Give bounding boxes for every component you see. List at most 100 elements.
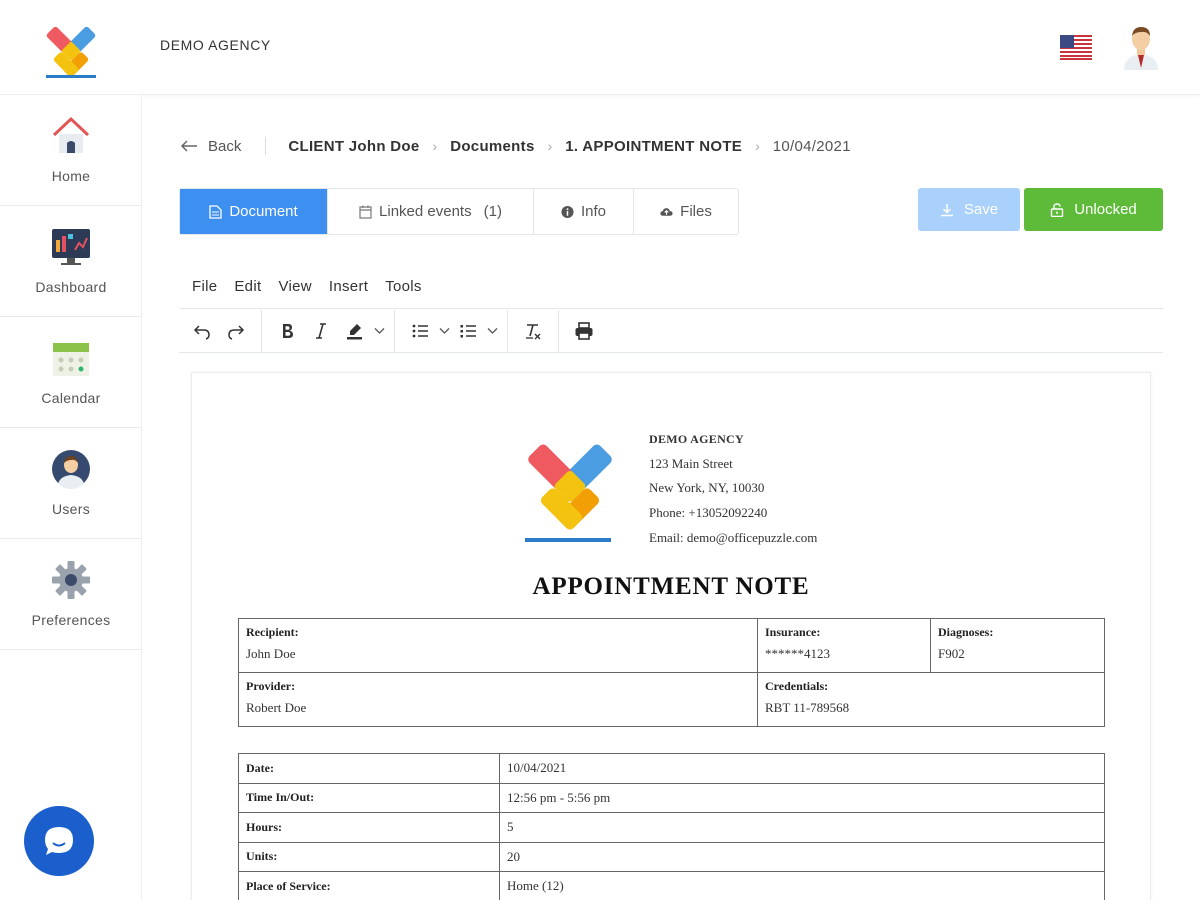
row-label: Units: bbox=[238, 841, 500, 872]
insurance-label: Insurance: bbox=[765, 625, 821, 639]
tab-document[interactable]: Document bbox=[180, 189, 328, 234]
chevron-right-icon: › bbox=[547, 138, 553, 154]
chat-button[interactable] bbox=[24, 806, 94, 876]
italic-button[interactable] bbox=[304, 316, 338, 346]
table-row: Units: 20 bbox=[238, 841, 1105, 872]
doc-title: APPOINTMENT NOTE bbox=[532, 573, 810, 600]
tab-info[interactable]: Info bbox=[534, 189, 634, 234]
redo-button[interactable] bbox=[219, 316, 253, 346]
print-button[interactable] bbox=[567, 316, 601, 346]
printer-icon bbox=[575, 322, 593, 340]
row-label: Time In/Out: bbox=[238, 782, 500, 813]
us-flag-icon[interactable] bbox=[1060, 35, 1092, 60]
menu-tools[interactable]: Tools bbox=[385, 278, 422, 295]
save-label: Save bbox=[963, 201, 999, 218]
numbered-list-dropdown[interactable] bbox=[485, 316, 499, 346]
menu-view[interactable]: View bbox=[278, 278, 311, 295]
row-value: 20 bbox=[499, 841, 1105, 872]
credentials-cell: Credentials: RBT 11-789568 bbox=[757, 672, 1105, 727]
doc-address-line2: New York, NY, 10030 bbox=[649, 480, 765, 496]
doc-address-line1: 123 Main Street bbox=[649, 455, 733, 471]
numbered-list-button[interactable] bbox=[451, 316, 485, 346]
chevron-down-icon bbox=[439, 328, 449, 334]
breadcrumb: Back CLIENT John Doe › Documents › 1. AP… bbox=[180, 136, 851, 156]
tab-document-label: Document bbox=[229, 203, 298, 220]
sidebar-item-home[interactable]: Home bbox=[0, 95, 142, 206]
menu-file[interactable]: File bbox=[192, 278, 217, 295]
clear-format-button[interactable] bbox=[516, 316, 550, 346]
menu-edit[interactable]: Edit bbox=[234, 278, 261, 295]
highlight-dropdown[interactable] bbox=[372, 316, 386, 346]
insurance-value: ******4123 bbox=[765, 646, 830, 661]
editor-toolbar bbox=[179, 309, 1163, 353]
sidebar-item-preferences[interactable]: Preferences bbox=[0, 539, 142, 650]
back-link[interactable]: Back bbox=[180, 138, 241, 155]
sidebar-item-dashboard[interactable]: Dashboard bbox=[0, 206, 142, 317]
sidebar-item-label: Calendar bbox=[41, 390, 101, 406]
sidebar-item-label: Users bbox=[51, 501, 91, 517]
highlight-button[interactable] bbox=[338, 316, 372, 346]
document-icon bbox=[209, 204, 222, 219]
tab-info-label: Info bbox=[580, 203, 607, 220]
bold-icon bbox=[283, 324, 293, 338]
session-details-table: Date: 10/04/2021 Time In/Out: 12:56 pm -… bbox=[238, 753, 1105, 900]
diagnoses-label: Diagnoses: bbox=[938, 625, 994, 639]
recipient-value: John Doe bbox=[246, 646, 296, 661]
tab-files[interactable]: Files bbox=[634, 189, 738, 234]
row-label: Place of Service: bbox=[238, 871, 500, 900]
agency-logo-large bbox=[525, 444, 612, 542]
top-header: DEMO AGENCY bbox=[0, 0, 1200, 95]
breadcrumb-documents[interactable]: Documents bbox=[450, 138, 534, 155]
cloud-upload-icon bbox=[660, 207, 673, 216]
recipient-cell: Recipient: John Doe bbox=[238, 618, 758, 673]
save-button[interactable]: Save bbox=[918, 188, 1020, 231]
redo-icon bbox=[228, 325, 245, 340]
breadcrumb-document[interactable]: 1. APPOINTMENT NOTE bbox=[565, 138, 742, 155]
sidebar-item-label: Dashboard bbox=[35, 279, 107, 295]
agency-logo[interactable] bbox=[34, 14, 108, 80]
editor-menubar: File Edit View Insert Tools bbox=[179, 264, 1163, 309]
clear-format-group bbox=[508, 309, 559, 353]
row-value: 12:56 pm - 5:56 pm bbox=[499, 782, 1105, 813]
diagnoses-value: F902 bbox=[938, 646, 965, 661]
arrow-left-icon bbox=[180, 140, 197, 152]
sidebar-item-calendar[interactable]: Calendar bbox=[0, 317, 142, 428]
sidebar-item-label: Home bbox=[51, 168, 91, 184]
credentials-value: RBT 11-789568 bbox=[765, 700, 850, 715]
tab-files-label: Files bbox=[680, 203, 712, 220]
tab-linked-events[interactable]: Linked events (1) bbox=[328, 189, 534, 234]
users-icon bbox=[52, 450, 90, 489]
print-group bbox=[559, 310, 609, 353]
undo-button[interactable] bbox=[185, 316, 219, 346]
chevron-down-icon bbox=[487, 328, 497, 334]
sidebar-item-label: Preferences bbox=[31, 612, 111, 628]
calendar-icon bbox=[53, 343, 89, 376]
unlocked-button[interactable]: Unlocked bbox=[1024, 188, 1163, 231]
bullet-list-dropdown[interactable] bbox=[437, 316, 451, 346]
provider-cell: Provider: Robert Doe bbox=[238, 672, 758, 727]
clear-formatting-icon bbox=[526, 324, 541, 340]
doc-agency-name: DEMO AGENCY bbox=[649, 432, 744, 446]
insurance-cell: Insurance: ******4123 bbox=[757, 618, 931, 673]
doc-email: Email: demo@officepuzzle.com bbox=[649, 529, 818, 545]
user-avatar-icon[interactable] bbox=[1120, 24, 1162, 70]
bullet-list-button[interactable] bbox=[403, 316, 437, 346]
linked-events-count: (1) bbox=[483, 203, 502, 220]
info-icon bbox=[561, 205, 574, 218]
sidebar-item-users[interactable]: Users bbox=[0, 428, 142, 539]
highlighter-icon bbox=[347, 324, 362, 340]
row-value: 5 bbox=[499, 812, 1105, 843]
unlock-icon bbox=[1051, 202, 1064, 217]
numbered-list-icon bbox=[460, 325, 476, 338]
doc-phone: Phone: +13052092240 bbox=[649, 505, 768, 521]
menu-insert[interactable]: Insert bbox=[329, 278, 368, 295]
breadcrumb-client[interactable]: CLIENT John Doe bbox=[288, 138, 419, 155]
provider-label: Provider: bbox=[246, 679, 296, 693]
unlocked-label: Unlocked bbox=[1074, 201, 1137, 218]
agency-name: DEMO AGENCY bbox=[160, 37, 271, 53]
download-icon bbox=[940, 203, 953, 216]
document-page[interactable]: DEMO AGENCY 123 Main Street New York, NY… bbox=[191, 372, 1151, 900]
credentials-label: Credentials: bbox=[765, 679, 829, 693]
document-tabs: Document Linked events (1) Info Files bbox=[179, 188, 739, 235]
bold-button[interactable] bbox=[270, 316, 304, 346]
